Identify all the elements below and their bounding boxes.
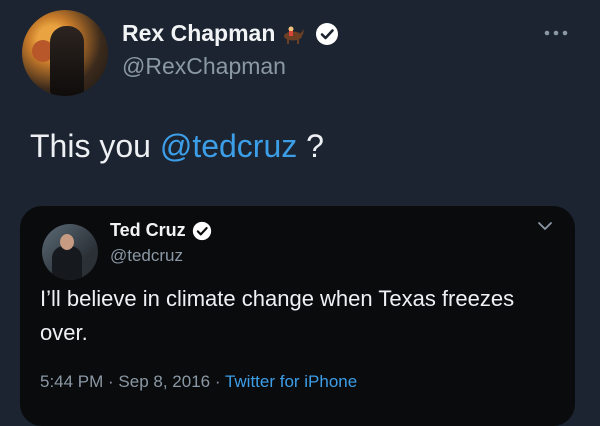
quoted-avatar-suit-shape <box>52 246 82 280</box>
author-name[interactable]: Rex Chapman <box>122 20 275 47</box>
chevron-down-icon[interactable] <box>537 218 553 230</box>
quoted-tweet-meta: 5:44 PM · Sep 8, 2016 · Twitter for iPho… <box>40 372 357 392</box>
tweet-text-prefix: This you <box>30 128 160 164</box>
avatar-figure-shape <box>50 26 84 96</box>
quoted-author-avatar[interactable] <box>42 224 98 280</box>
verified-badge-icon <box>315 22 339 46</box>
quoted-tweet-source[interactable]: Twitter for iPhone <box>225 372 357 391</box>
more-icon[interactable] <box>542 26 570 38</box>
quoted-verified-badge-icon <box>192 221 212 241</box>
author-avatar[interactable] <box>22 10 108 96</box>
quoted-tweet-time[interactable]: 5:44 PM <box>40 372 103 391</box>
tweet-text-suffix: ? <box>297 128 324 164</box>
meta-separator: · <box>210 372 225 391</box>
mention-link[interactable]: @tedcruz <box>160 128 297 165</box>
quoted-author-handle[interactable]: @tedcruz <box>110 246 183 266</box>
horse-racing-icon <box>279 23 305 45</box>
quoted-tweet-card[interactable]: Ted Cruz @tedcruz I’ll believe in climat… <box>20 206 575 426</box>
tweet-text: This you @tedcruz ? <box>30 128 324 165</box>
meta-separator: · <box>103 372 119 391</box>
quoted-tweet-date[interactable]: Sep 8, 2016 <box>118 372 210 391</box>
quoted-avatar-head-shape <box>60 234 74 250</box>
quoted-author-name-row: Ted Cruz <box>110 220 212 241</box>
author-handle[interactable]: @RexChapman <box>122 53 286 80</box>
author-name-row: Rex Chapman <box>122 20 339 47</box>
quoted-author-name[interactable]: Ted Cruz <box>110 220 186 241</box>
quoted-tweet-text: I’ll believe in climate change when Texa… <box>40 286 515 345</box>
